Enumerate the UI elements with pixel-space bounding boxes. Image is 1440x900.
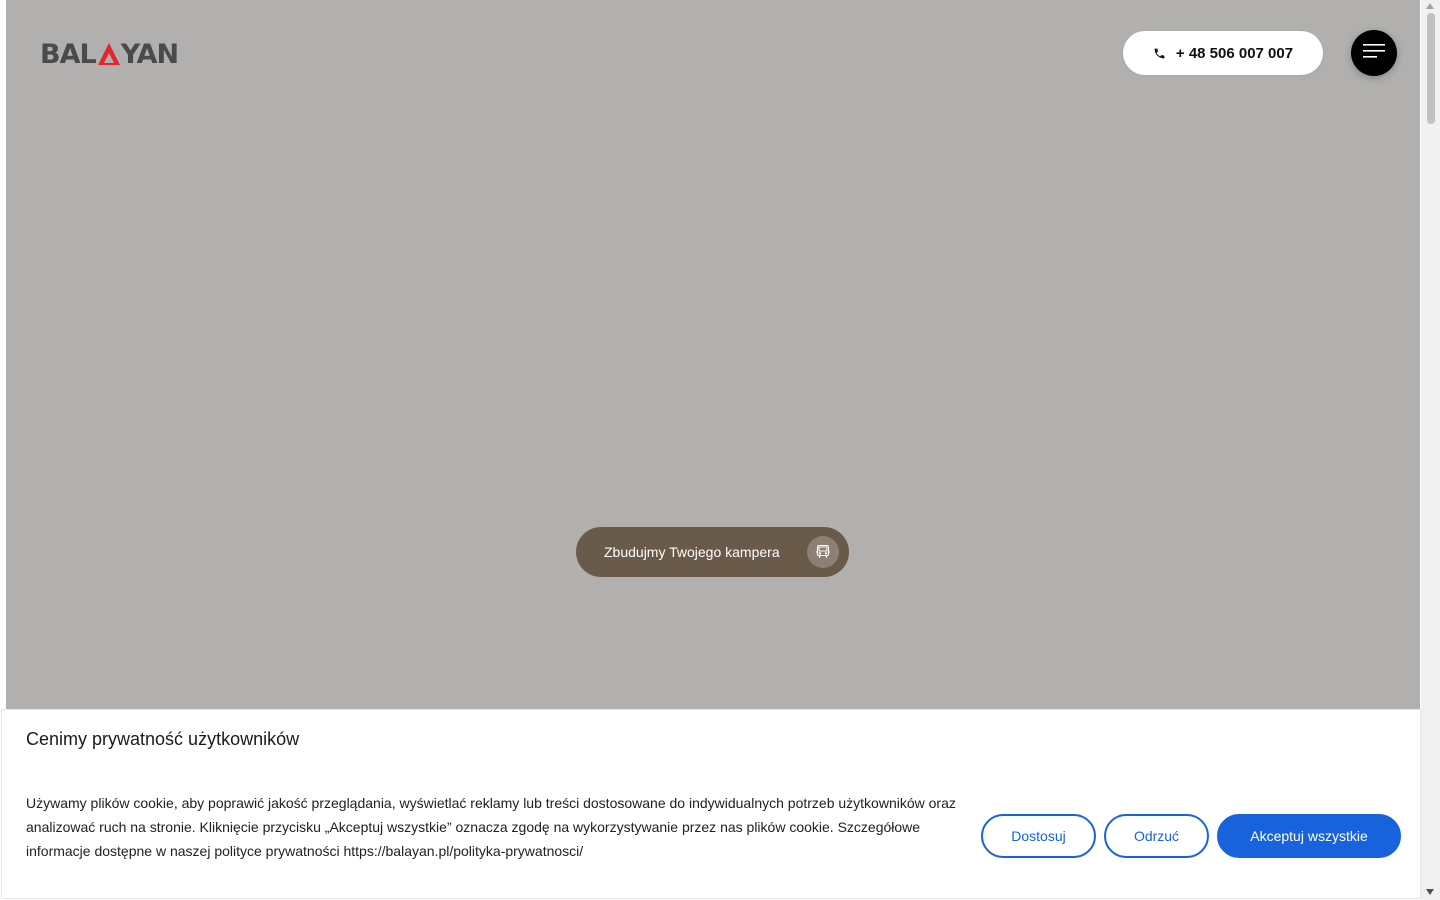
phone-button[interactable]: + 48 506 007 007	[1123, 31, 1323, 75]
hero-section: BAL YAN + 48 506 007 007 Zbudujmy Twojeg…	[6, 0, 1420, 710]
build-camper-button[interactable]: Zbudujmy Twojego kampera	[576, 527, 849, 577]
scroll-down-arrow-icon[interactable]	[1426, 889, 1434, 895]
page-scrollbar[interactable]	[1421, 0, 1440, 900]
logo-text-start: BAL	[40, 38, 97, 70]
reject-button[interactable]: Odrzuć	[1104, 814, 1209, 858]
scrollbar-thumb[interactable]	[1427, 13, 1435, 124]
phone-number: + 48 506 007 007	[1175, 44, 1294, 62]
logo-triangle-icon	[97, 42, 121, 66]
cookie-banner: Cenimy prywatność użytkowników Używamy p…	[1, 709, 1421, 899]
logo-text-end: YAN	[120, 38, 179, 70]
page: BAL YAN + 48 506 007 007 Zbudujmy Twojeg…	[0, 0, 1440, 900]
scroll-up-arrow-icon[interactable]	[1426, 3, 1434, 9]
menu-button[interactable]	[1351, 30, 1397, 76]
cta-label: Zbudujmy Twojego kampera	[604, 544, 780, 560]
customize-button[interactable]: Dostosuj	[981, 814, 1096, 858]
cookie-banner-title: Cenimy prywatność użytkowników	[26, 729, 300, 749]
hamburger-icon	[1363, 43, 1385, 63]
phone-icon	[1153, 47, 1166, 60]
balayan-logo[interactable]: BAL YAN	[40, 38, 180, 70]
accept-all-button[interactable]: Akceptuj wszystkie	[1217, 814, 1401, 858]
camper-van-icon	[807, 536, 839, 568]
cookie-banner-text: Używamy plików cookie, aby poprawić jako…	[26, 795, 956, 859]
